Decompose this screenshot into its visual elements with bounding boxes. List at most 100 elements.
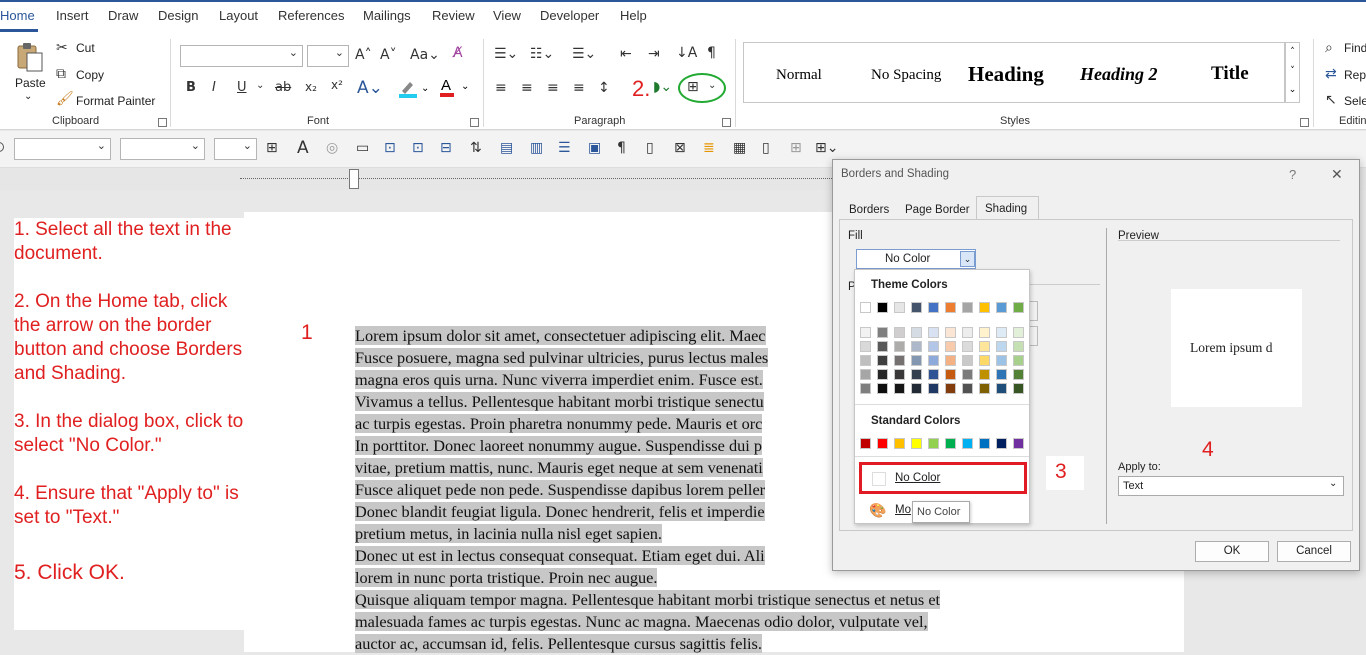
theme-shade-swatch[interactable] <box>1013 341 1024 352</box>
theme-shade-swatch[interactable] <box>860 383 871 394</box>
line-spacing-icon[interactable]: ↕ <box>598 80 610 96</box>
fill-select[interactable]: No Color ⌄ <box>856 249 976 269</box>
toolbar-combo-1[interactable] <box>14 138 111 160</box>
theme-shade-swatch[interactable] <box>928 383 939 394</box>
theme-shade-swatch[interactable] <box>860 369 871 380</box>
tab-mailings[interactable]: Mailings <box>363 8 411 23</box>
standard-color-swatch[interactable] <box>996 438 1007 449</box>
text-effects-icon[interactable]: A⌄ <box>357 78 383 98</box>
underline-icon[interactable]: U <box>237 80 247 95</box>
theme-shade-swatch[interactable] <box>911 341 922 352</box>
document-line[interactable]: malesuada fames ac turpis egestas. Nunc … <box>355 611 1055 633</box>
document-line[interactable]: auctor ac, accumsan id, felis. Pellentes… <box>355 633 1055 655</box>
theme-shade-swatch[interactable] <box>996 355 1007 366</box>
no-color-option[interactable]: No Color <box>859 462 1027 494</box>
paste-button[interactable]: Paste <box>15 76 46 90</box>
justify-icon[interactable]: ≡ <box>573 80 585 96</box>
toolbar-icon-f[interactable]: ▤ <box>500 140 513 156</box>
align-left-icon[interactable]: ≡ <box>495 80 507 96</box>
tab-page-border[interactable]: Page Border <box>905 204 970 216</box>
styles-scroll[interactable]: ˄ ˅ ⌄ <box>1285 42 1300 103</box>
theme-shade-swatch[interactable] <box>945 383 956 394</box>
theme-shade-swatch[interactable] <box>945 327 956 338</box>
theme-color-swatch[interactable] <box>877 302 888 313</box>
styles-down-icon[interactable]: ˅ <box>1286 62 1299 81</box>
theme-shade-swatch[interactable] <box>996 383 1007 394</box>
tab-shading-active[interactable]: Shading <box>976 196 1039 220</box>
theme-shade-swatch[interactable] <box>979 355 990 366</box>
theme-shade-swatch[interactable] <box>979 327 990 338</box>
tab-references[interactable]: References <box>278 8 344 23</box>
underline-dropdown-icon[interactable]: ⌄ <box>256 80 264 91</box>
select-icon[interactable]: ↖ <box>1325 92 1337 108</box>
toolbar-icon-i[interactable]: ⊠ <box>674 140 686 156</box>
multilevel-list-icon[interactable]: ☰⌄ <box>572 46 596 62</box>
show-formatting-icon[interactable]: ¶ <box>707 45 716 61</box>
copy-icon[interactable]: ⧉ <box>56 66 66 82</box>
style-heading-2[interactable]: Heading 2 <box>1080 64 1158 85</box>
theme-color-swatch[interactable] <box>928 302 939 313</box>
theme-color-swatch[interactable] <box>911 302 922 313</box>
theme-shade-swatch[interactable] <box>945 355 956 366</box>
standard-color-swatch[interactable] <box>877 438 888 449</box>
tab-review[interactable]: Review <box>432 8 475 23</box>
theme-shade-swatch[interactable] <box>996 341 1007 352</box>
toolbar-icon-d[interactable]: ⊡ <box>412 140 424 156</box>
theme-shade-swatch[interactable] <box>860 341 871 352</box>
borders-icon[interactable]: ⊞ <box>687 79 699 95</box>
theme-color-swatch[interactable] <box>1013 302 1024 313</box>
theme-color-swatch[interactable] <box>962 302 973 313</box>
font-launcher-icon[interactable] <box>470 118 479 127</box>
toolbar-icon-k[interactable]: ▦ <box>733 140 746 156</box>
align-center-icon[interactable]: ≡ <box>521 80 533 96</box>
bold-icon[interactable]: B <box>186 80 196 95</box>
replace-button[interactable]: Repl <box>1344 68 1366 82</box>
italic-icon[interactable]: I <box>212 80 216 95</box>
cancel-button[interactable]: Cancel <box>1277 541 1351 562</box>
theme-shade-swatch[interactable] <box>894 341 905 352</box>
toolbar-combo-2[interactable] <box>120 138 205 160</box>
standard-color-swatch[interactable] <box>911 438 922 449</box>
theme-shade-swatch[interactable] <box>996 369 1007 380</box>
theme-shade-swatch[interactable] <box>894 383 905 394</box>
fill-dropdown-icon[interactable]: ⌄ <box>960 251 975 267</box>
paste-dropdown-icon[interactable]: ⌄ <box>24 91 32 102</box>
theme-shade-swatch[interactable] <box>911 383 922 394</box>
toolbar-radio-icon[interactable] <box>0 142 4 152</box>
toolbar-sort-icon[interactable]: ⇅ <box>470 140 482 156</box>
toolbar-icon-a[interactable]: ⊞ <box>266 140 278 156</box>
select-button[interactable]: Sele <box>1344 94 1366 108</box>
theme-color-swatch[interactable] <box>996 302 1007 313</box>
toolbar-icon-g[interactable]: ▥ <box>530 140 543 156</box>
help-icon[interactable]: ? <box>1289 167 1296 182</box>
theme-shade-swatch[interactable] <box>894 327 905 338</box>
standard-color-swatch[interactable] <box>894 438 905 449</box>
document-line[interactable]: Quisque aliquam tempor magna. Pellentesq… <box>355 589 1055 611</box>
styles-up-icon[interactable]: ˄ <box>1286 43 1299 62</box>
theme-shade-swatch[interactable] <box>979 341 990 352</box>
theme-shade-swatch[interactable] <box>928 369 939 380</box>
theme-shade-swatch[interactable] <box>1013 355 1024 366</box>
font-size-combo[interactable] <box>307 45 349 67</box>
toolbar-combo-3[interactable] <box>214 138 257 160</box>
highlight-color-icon[interactable]: ⌄ <box>398 79 434 99</box>
theme-shade-swatch[interactable] <box>877 355 888 366</box>
replace-icon[interactable]: ⇄ <box>1325 66 1337 82</box>
toolbar-icon-b[interactable]: ▭ <box>356 140 369 156</box>
tab-insert[interactable]: Insert <box>56 8 89 23</box>
format-painter-icon[interactable]: 🖌 <box>56 91 74 107</box>
standard-color-swatch[interactable] <box>860 438 871 449</box>
style-normal[interactable]: Normal <box>776 67 822 84</box>
find-icon[interactable]: ⌕ <box>1325 40 1333 56</box>
more-colors-option[interactable]: Mo <box>895 504 911 516</box>
standard-color-swatch[interactable] <box>928 438 939 449</box>
toolbar-pilcrow-icon[interactable]: ¶ <box>617 140 626 156</box>
palette-icon[interactable]: 🎨 <box>869 502 886 519</box>
theme-shade-swatch[interactable] <box>962 341 973 352</box>
styles-more-icon[interactable]: ⌄ <box>1286 81 1299 100</box>
toolbar-page-icon[interactable]: ▯ <box>646 140 654 156</box>
style-heading[interactable]: Heading <box>968 62 1044 87</box>
toolbar-table-icon[interactable]: ⊞⌄ <box>815 140 838 156</box>
tab-borders[interactable]: Borders <box>849 204 889 216</box>
theme-shade-swatch[interactable] <box>962 355 973 366</box>
